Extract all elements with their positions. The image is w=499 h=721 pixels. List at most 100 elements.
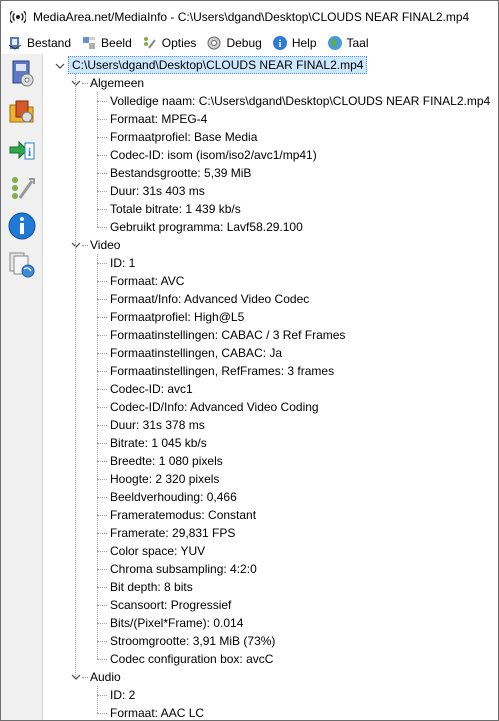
window-title: MediaArea.net/MediaInfo - C:\Users\dgand…	[33, 9, 470, 24]
tree-connector	[97, 317, 107, 318]
property-item[interactable]: Framerate: 29,831 FPS	[110, 524, 235, 542]
property-item[interactable]: Formaatinstellingen: CABAC / 3 Ref Frame…	[110, 326, 345, 344]
menu-bar: Bestand Beeld Opties Debug i Help Taal	[1, 32, 498, 54]
tree-connector	[97, 101, 107, 102]
menu-debug-label: Debug	[226, 36, 262, 50]
property-item[interactable]: Bitrate: 1 045 kb/s	[110, 434, 207, 452]
property-item[interactable]: Formaatinstellingen, CABAC: Ja	[110, 344, 282, 362]
property-item[interactable]: ID: 2	[110, 686, 135, 704]
property-item[interactable]: Breedte: 1 080 pixels	[110, 452, 223, 470]
property-item[interactable]: Codec-ID: isom (isom/iso2/avc1/mp41)	[110, 146, 317, 164]
tree-connector	[97, 254, 98, 659]
mediainfo-window: MediaArea.net/MediaInfo - C:\Users\dgand…	[0, 0, 499, 721]
tree-connector	[97, 353, 107, 354]
about-button[interactable]	[5, 248, 39, 282]
property-item[interactable]: Hoogte: 2 320 pixels	[110, 470, 219, 488]
property-item[interactable]: Bit depth: 8 bits	[110, 578, 193, 596]
tree-root-file[interactable]: C:\Users\dgand\Desktop\CLOUDS NEAR FINAL…	[68, 56, 368, 74]
property-item[interactable]: Chroma subsampling: 4:2:0	[110, 560, 257, 578]
side-toolbar: i	[1, 54, 43, 720]
export-button[interactable]: i	[5, 134, 39, 168]
mediainfo-logo-icon	[9, 8, 27, 26]
tree-connector	[97, 173, 107, 174]
tree-connector	[82, 677, 88, 678]
property-item[interactable]: Scansoort: Progressief	[110, 596, 231, 614]
tree-connector	[97, 533, 107, 534]
tree-connector	[97, 335, 107, 336]
property-item[interactable]: Gebruikt programma: Lavf58.29.100	[110, 218, 303, 236]
tree-connector	[75, 74, 76, 677]
language-icon	[327, 35, 343, 51]
property-item[interactable]: Formaatprofiel: High@L5	[110, 308, 244, 326]
tree-connector	[97, 299, 107, 300]
property-item[interactable]: Duur: 31s 403 ms	[110, 182, 205, 200]
tree-connector	[97, 407, 107, 408]
tree-connector	[97, 569, 107, 570]
property-item[interactable]: Formaat/Info: Advanced Video Codec	[110, 290, 309, 308]
tree-connector	[97, 155, 107, 156]
tree-connector	[97, 443, 107, 444]
menu-help[interactable]: i Help	[270, 33, 321, 53]
settings-icon	[7, 173, 37, 206]
open-file-button[interactable]	[5, 58, 39, 92]
property-item[interactable]: Color space: YUV	[110, 542, 205, 560]
folder-icon	[7, 35, 23, 51]
property-item[interactable]: Frameratemodus: Constant	[110, 506, 256, 524]
menu-help-label: Help	[291, 36, 317, 50]
property-item[interactable]: Formaatprofiel: Base Media	[110, 128, 257, 146]
property-item[interactable]: Totale bitrate: 1 439 kb/s	[110, 200, 241, 218]
open-folder-icon	[7, 97, 37, 130]
property-item[interactable]: Formaat: AAC LC	[110, 704, 204, 720]
info-button[interactable]	[5, 210, 39, 244]
property-item[interactable]: Beeldverhouding: 0,466	[110, 488, 237, 506]
open-folder-button[interactable]	[5, 96, 39, 130]
section-audio[interactable]: Audio	[90, 668, 121, 686]
tree-connector	[97, 137, 107, 138]
svg-text:i: i	[278, 39, 281, 50]
about-icon	[7, 249, 37, 282]
tree-connector	[97, 461, 107, 462]
menu-debug[interactable]: Debug	[204, 33, 265, 53]
info-tree[interactable]: C:\Users\dgand\Desktop\CLOUDS NEAR FINAL…	[44, 54, 498, 720]
options-icon	[142, 35, 158, 51]
property-item[interactable]: Formaatinstellingen, RefFrames: 3 frames	[110, 362, 334, 380]
tree-connector	[97, 281, 107, 282]
property-item[interactable]: Formaat: AVC	[110, 272, 184, 290]
tree-connector	[97, 191, 107, 192]
preferences-button[interactable]	[5, 172, 39, 206]
property-item[interactable]: Bits/(Pixel*Frame): 0.014	[110, 614, 243, 632]
open-file-icon	[7, 59, 37, 92]
tree-connector	[97, 389, 107, 390]
tree-connector	[97, 605, 107, 606]
tree-connector	[97, 425, 107, 426]
tree-connector	[97, 515, 107, 516]
tree-connector	[97, 695, 107, 696]
tree-connector	[97, 119, 107, 120]
menu-bestand[interactable]: Bestand	[5, 33, 75, 53]
property-item[interactable]: ID: 1	[110, 254, 135, 272]
tree-connector	[97, 479, 107, 480]
property-item[interactable]: Codec configuration box: avcC	[110, 650, 273, 668]
property-item[interactable]: Stroomgrootte: 3,91 MiB (73%)	[110, 632, 275, 650]
tree-connector	[97, 227, 107, 228]
menu-beeld[interactable]: Beeld	[79, 33, 136, 53]
section-video[interactable]: Video	[90, 236, 120, 254]
section-collapse-toggle[interactable]	[71, 78, 81, 88]
property-item[interactable]: Codec-ID/Info: Advanced Video Coding	[110, 398, 319, 416]
tree-connector	[97, 686, 98, 713]
menu-opties[interactable]: Opties	[140, 33, 201, 53]
section-collapse-toggle[interactable]	[71, 672, 81, 682]
property-item[interactable]: Duur: 31s 378 ms	[110, 416, 205, 434]
section-algemeen[interactable]: Algemeen	[90, 74, 144, 92]
property-item[interactable]: Volledige naam: C:\Users\dgand\Desktop\C…	[110, 92, 490, 110]
menu-bestand-label: Bestand	[27, 36, 72, 50]
debug-icon	[206, 35, 222, 51]
property-item[interactable]: Codec-ID: avc1	[110, 380, 193, 398]
property-item[interactable]: Bestandsgrootte: 5,39 MiB	[110, 164, 251, 182]
tree-connector	[97, 623, 107, 624]
section-collapse-toggle[interactable]	[71, 240, 81, 250]
property-item[interactable]: Formaat: MPEG-4	[110, 110, 207, 128]
root-collapse-toggle[interactable]	[55, 61, 65, 71]
menu-taal[interactable]: Taal	[325, 33, 373, 53]
tree-connector	[97, 641, 107, 642]
